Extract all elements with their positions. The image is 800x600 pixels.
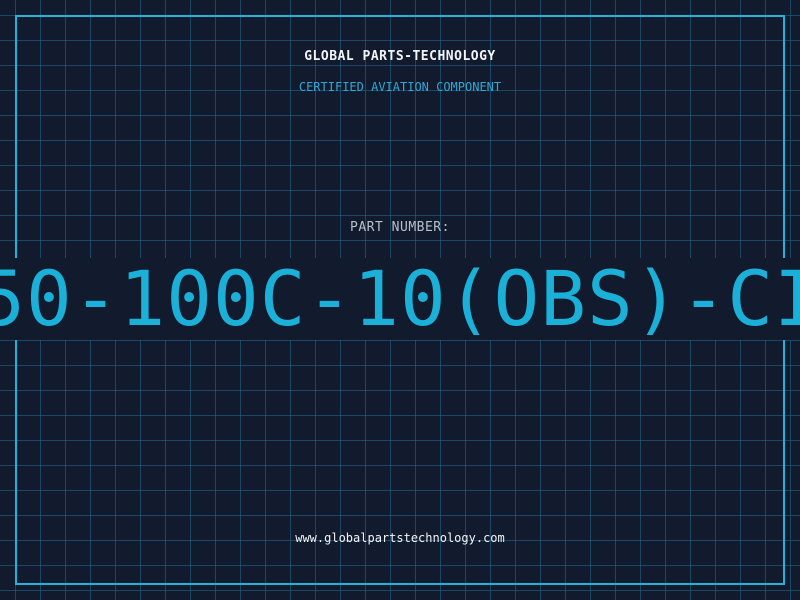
website-url: www.globalpartstechnology.com (295, 531, 505, 545)
part-label-card: GLOBAL PARTS-TECHNOLOGY CERTIFIED AVIATI… (0, 0, 800, 600)
company-name: GLOBAL PARTS-TECHNOLOGY (304, 49, 496, 64)
part-number-label: PART NUMBER: (350, 220, 450, 235)
part-number-value: 650-100C-10(OBS)-CIM (0, 258, 800, 340)
certification-subtitle: CERTIFIED AVIATION COMPONENT (298, 80, 502, 94)
part-number-band: 650-100C-10(OBS)-CIM (0, 258, 800, 340)
